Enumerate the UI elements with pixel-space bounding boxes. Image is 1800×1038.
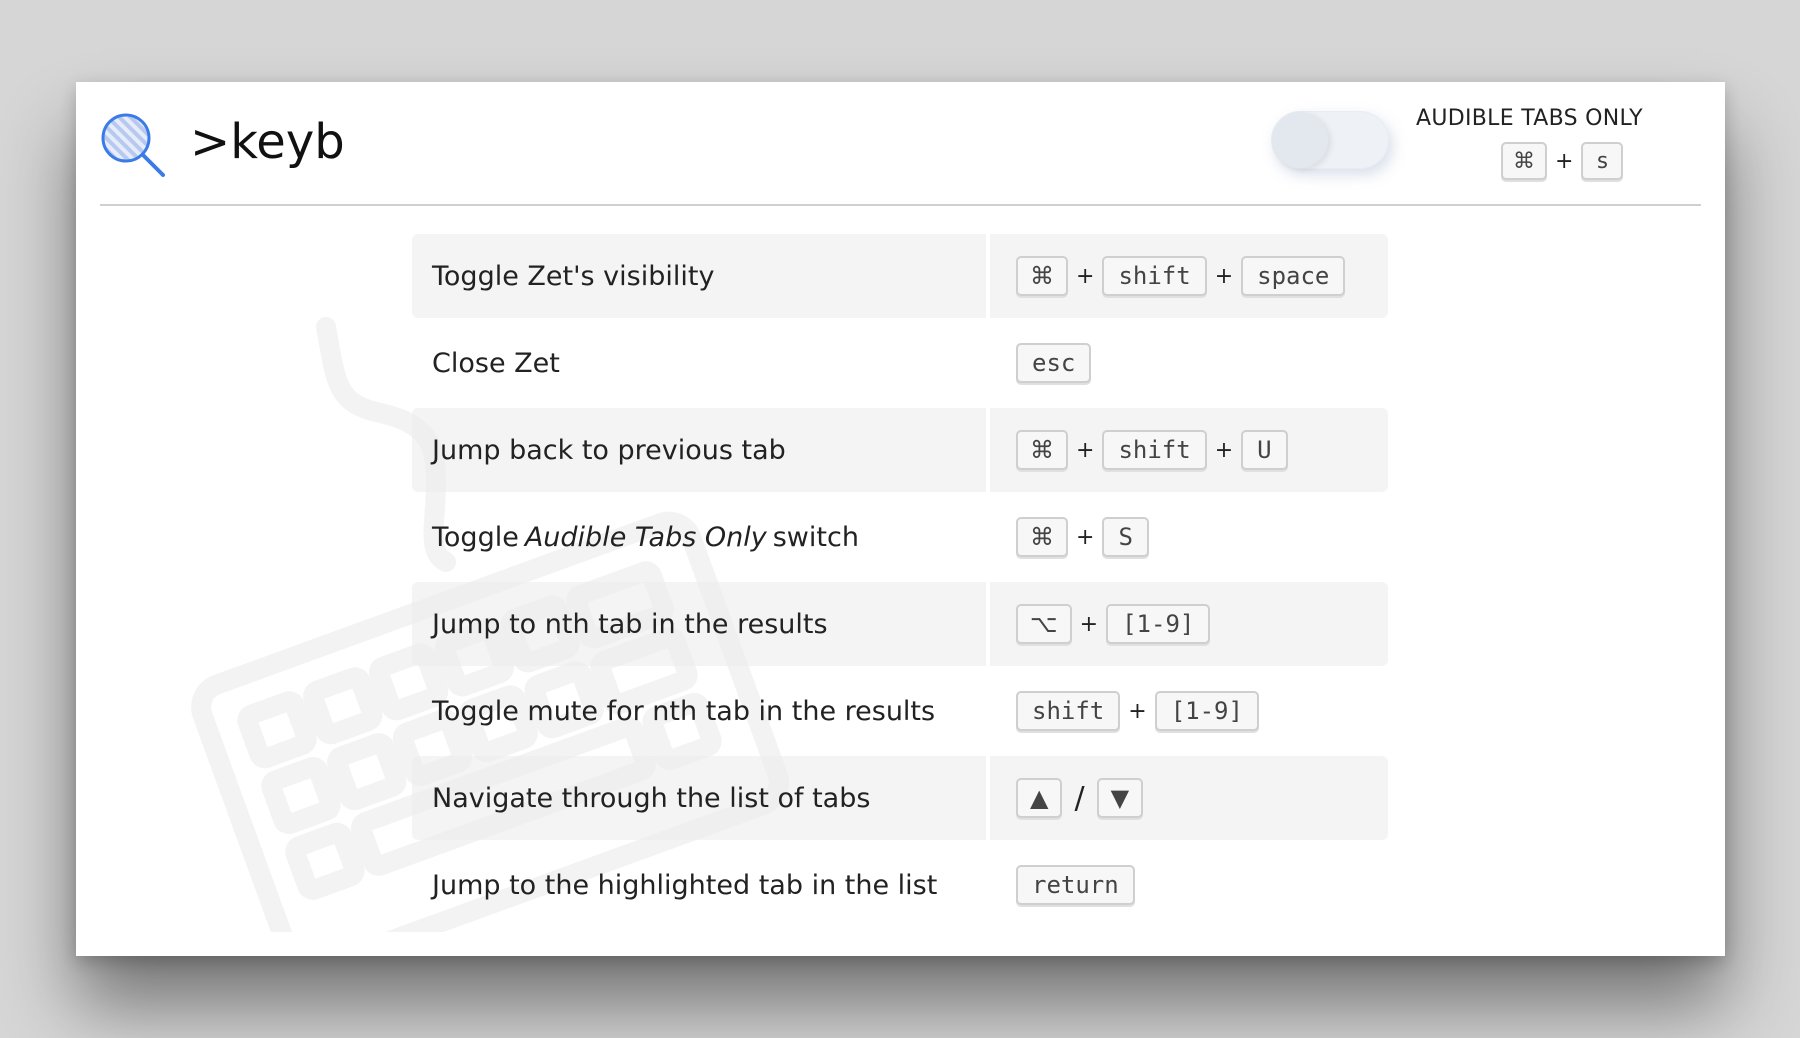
search-input[interactable]: [190, 112, 790, 172]
description-text: Close Zet: [432, 347, 560, 379]
shortcut-row: Toggle Zet's visibility ⌘ + shift + space: [412, 234, 1392, 318]
description-text: Jump to the highlighted tab in the list: [432, 869, 938, 901]
plus-separator: +: [1076, 524, 1095, 550]
shortcut-row: Jump back to previous tab ⌘ + shift + U: [412, 408, 1392, 492]
key-cap: ⌘: [1016, 256, 1068, 296]
audible-tabs-toggle[interactable]: [1271, 111, 1389, 169]
shortcut-row: Close Zet esc: [412, 321, 1392, 405]
key-cap: [1-9]: [1106, 604, 1211, 644]
shortcut-row: Navigate through the list of tabs ▲ / ▼: [412, 756, 1392, 840]
key-cap: shift: [1016, 691, 1121, 731]
plus-separator: +: [1214, 263, 1234, 289]
shortcut-description: Close Zet: [412, 321, 986, 405]
shortcut-description: Toggle Audible Tabs Only switch: [412, 495, 986, 579]
plus-separator: +: [1555, 148, 1574, 174]
shortcut-description: Jump back to previous tab: [412, 408, 986, 492]
key-cap: return: [1016, 865, 1135, 905]
shortcut-keys: ▲ / ▼: [990, 756, 1388, 840]
shortcut-keys: esc: [990, 321, 1388, 405]
description-text: Navigate through the list of tabs: [432, 782, 871, 814]
plus-separator: +: [1076, 263, 1095, 289]
description-text: Toggle Zet's visibility: [432, 260, 715, 292]
shortcut-keys: ⌥ + [1-9]: [990, 582, 1388, 666]
shortcut-keys: return: [990, 843, 1388, 927]
description-text-suffix: switch: [772, 521, 859, 553]
shortcut-row: Toggle Audible Tabs Only switch ⌘ + S: [412, 495, 1392, 579]
shortcut-description: Toggle Zet's visibility: [412, 234, 986, 318]
shortcut-list: Toggle Zet's visibility ⌘ + shift + space Clos…: [412, 234, 1392, 930]
header-divider: [100, 204, 1701, 206]
plus-separator: +: [1214, 437, 1234, 463]
key-cap: ▼: [1096, 778, 1144, 818]
shortcut-row: Jump to nth tab in the results ⌥ + [1-9]: [412, 582, 1392, 666]
magnifier-icon: [101, 113, 165, 177]
shortcut-row: Jump to the highlighted tab in the list r…: [412, 843, 1392, 927]
audible-tabs-label: AUDIBLE TABS ONLY: [1416, 106, 1643, 131]
key-cap: esc: [1016, 343, 1092, 383]
audible-shortcut: ⌘ + s: [1501, 142, 1624, 180]
toggle-knob: [1272, 112, 1328, 168]
shortcut-description: Navigate through the list of tabs: [412, 756, 986, 840]
shortcut-description: Toggle mute for nth tab in the results: [412, 669, 986, 753]
key-cap: space: [1241, 256, 1346, 296]
shortcut-description: Jump to the highlighted tab in the list: [412, 843, 986, 927]
shortcut-description: Jump to nth tab in the results: [412, 582, 986, 666]
key-cap: ⌥: [1016, 604, 1072, 644]
key-cap: [1-9]: [1154, 691, 1259, 731]
key-cap: ⌘: [1016, 517, 1068, 557]
description-text: Toggle: [432, 521, 519, 553]
description-emphasis: Audible Tabs Only: [524, 521, 767, 553]
key-cap: S: [1102, 517, 1149, 557]
key-cap: U: [1241, 430, 1288, 470]
key-cap: shift: [1102, 256, 1207, 296]
shortcut-keys: shift + [1-9]: [990, 669, 1388, 753]
description-text: Jump to nth tab in the results: [432, 608, 828, 640]
slash-separator: /: [1074, 780, 1085, 816]
description-text: Toggle mute for nth tab in the results: [432, 695, 936, 727]
plus-separator: +: [1076, 437, 1095, 463]
plus-separator: +: [1079, 611, 1099, 637]
plus-separator: +: [1128, 698, 1147, 724]
key-cap: ▲: [1016, 778, 1063, 818]
key-cap: shift: [1102, 430, 1207, 470]
shortcut-row: Toggle mute for nth tab in the results sh…: [412, 669, 1392, 753]
command-key: ⌘: [1501, 142, 1547, 180]
description-text: Jump back to previous tab: [432, 434, 786, 466]
zet-window: AUDIBLE TABS ONLY ⌘ + s Toggle Zet's vis…: [76, 82, 1725, 956]
s-key: s: [1581, 142, 1624, 180]
shortcut-keys: ⌘ + S: [990, 495, 1388, 579]
search-header: AUDIBLE TABS ONLY ⌘ + s: [76, 82, 1725, 206]
shortcut-keys: ⌘ + shift + space: [990, 234, 1388, 318]
key-cap: ⌘: [1016, 430, 1068, 470]
shortcut-keys: ⌘ + shift + U: [990, 408, 1388, 492]
